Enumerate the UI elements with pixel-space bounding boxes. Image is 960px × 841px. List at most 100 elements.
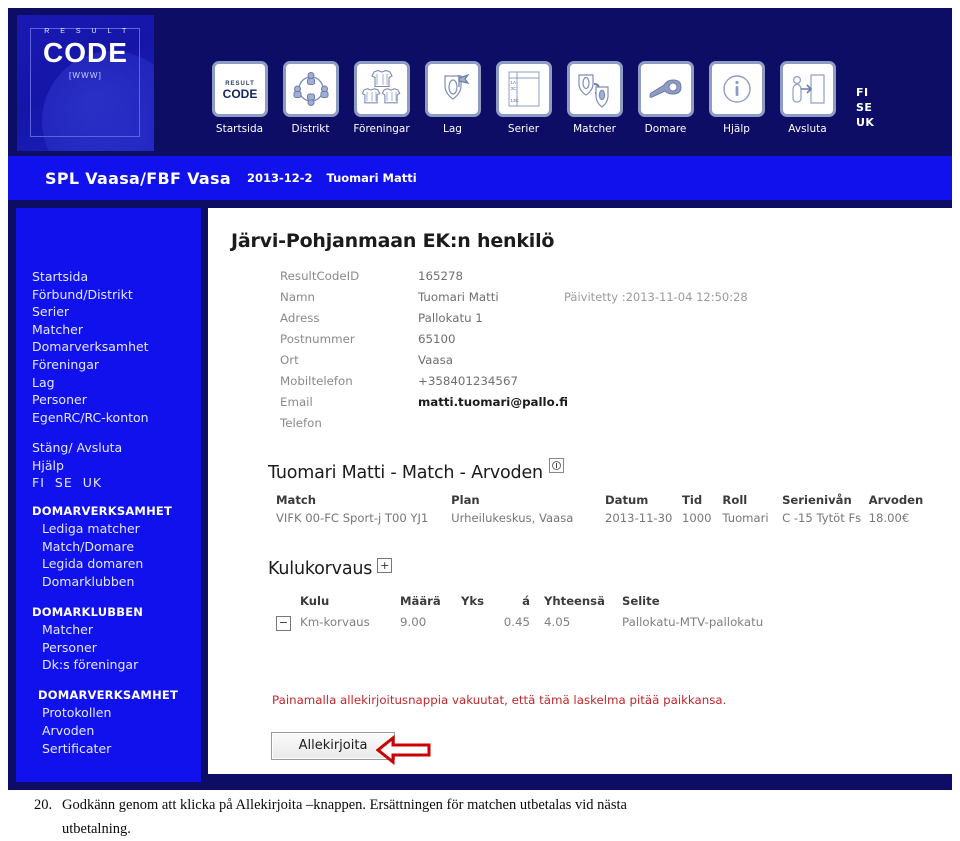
detail-label: Telefon — [280, 416, 322, 430]
toolbar-item-distrikt[interactable]: Distrikt — [275, 61, 346, 135]
sidebar-item-domarklubben[interactable]: Domarklubben — [32, 573, 201, 591]
current-date: 2013-12-2 — [246, 171, 313, 185]
app-header: R E S U L T CODE [WWW] RESULT CODE Start… — [8, 8, 952, 156]
sidebar-item-personer[interactable]: Personer — [32, 391, 201, 409]
detail-row: Ort Vaasa — [280, 350, 748, 371]
sidebar-item-arvoden[interactable]: Arvoden — [32, 722, 201, 740]
add-kulukorvaus-button[interactable]: + — [377, 558, 393, 573]
sidebar-item-stang-avsluta[interactable]: Stäng/ Avsluta — [32, 439, 201, 457]
sidebar-language-switcher: FI SE UK — [32, 475, 201, 490]
standings-table-icon[interactable]: 1A 3C : 13C — [495, 61, 552, 117]
lang-se[interactable]: SE — [856, 101, 874, 114]
toolbar-item-avsluta[interactable]: Avsluta — [772, 61, 843, 135]
info-circle-icon[interactable] — [708, 61, 765, 117]
sidebar-item-dks-foreningar[interactable]: Dk:s föreningar — [32, 656, 201, 674]
sidebar-item-protokollen[interactable]: Protokollen — [32, 704, 201, 722]
whistle-icon[interactable] — [637, 61, 694, 117]
instruction-caption: 20. Godkänn genom att klicka på Allekirj… — [0, 793, 960, 841]
toolbar-label: Lag — [443, 123, 462, 135]
sidebar-item-serier[interactable]: Serier — [32, 303, 201, 321]
toolbar-item-lag[interactable]: Lag — [417, 61, 488, 135]
sidebar-item-match-domare[interactable]: Match/Domare — [32, 538, 201, 556]
toolbar-item-hjalp[interactable]: Hjälp — [701, 61, 772, 135]
sidebar-lang-uk[interactable]: UK — [83, 475, 102, 490]
detail-value: 65100 — [418, 332, 456, 346]
application-window: R E S U L T CODE [WWW] RESULT CODE Start… — [8, 8, 952, 790]
sidebar-heading-domarklubben: DOMARKLUBBEN — [32, 604, 144, 619]
table-row[interactable]: VIFK 00-FC Sport-j T00 YJ1 Urheilukeskus… — [276, 509, 936, 527]
toolbar-item-startsida[interactable]: RESULT CODE Startsida — [204, 61, 275, 135]
app-body: Startsida Förbund/Distrikt Serier Matche… — [8, 200, 952, 790]
jerseys-icon[interactable] — [353, 61, 410, 117]
caption-text-line-1: Godkänn genom att klicka på Allekirjoita… — [62, 797, 627, 813]
column-header-serieniva: Serienivån — [782, 493, 852, 507]
detail-row: Mobiltelefon +358401234567 — [280, 371, 748, 392]
match-section-title: Tuomari Matti - Match - Arvoden — [268, 458, 564, 483]
detail-row: Telefon — [280, 413, 748, 434]
toolbar-label: Domare — [644, 123, 687, 135]
cell-yhteensa: 4.05 — [544, 615, 571, 629]
sidebar-item-matcher[interactable]: Matcher — [32, 321, 201, 339]
svg-text:1A: 1A — [510, 80, 516, 85]
updated-timestamp: Päivitetty :2013-11-04 12:50:28 — [564, 290, 748, 304]
sidebar-item-dk-personer[interactable]: Personer — [32, 639, 201, 657]
remove-kulukorvaus-button[interactable]: − — [276, 616, 291, 631]
table-header-row: Match Plan Datum Tid Roll Serienivån Arv… — [276, 491, 936, 509]
cell-datum: 2013-11-30 — [605, 511, 673, 525]
detail-label: Mobiltelefon — [280, 374, 353, 388]
remove-kulu-cell: − — [276, 611, 300, 633]
screenshot-root: R E S U L T CODE [WWW] RESULT CODE Start… — [0, 0, 960, 841]
context-info-bar: SPL Vaasa/FBF Vasa 2013-12-2 Tuomari Mat… — [8, 156, 952, 200]
detail-label: Namn — [280, 290, 316, 304]
caption-first-line: 20. Godkänn genom att klicka på Allekirj… — [34, 793, 930, 817]
sidebar-nav: Startsida Förbund/Distrikt Serier Matche… — [16, 208, 201, 782]
lang-fi[interactable]: FI — [856, 86, 874, 99]
lang-uk[interactable]: UK — [856, 116, 874, 129]
svg-text:13C: 13C — [510, 98, 519, 103]
toolbar-label: Matcher — [573, 123, 616, 135]
sidebar-lang-fi[interactable]: FI — [32, 475, 45, 490]
sidebar-item-hjalp[interactable]: Hjälp — [32, 457, 201, 475]
kulukorvaus-table: Kulu Määrä Yks á Yhteensä Selite − Km-ko… — [276, 591, 916, 633]
toolbar-item-serier[interactable]: 1A 3C : 13C Serier — [488, 61, 559, 135]
sidebar-item-dk-matcher[interactable]: Matcher — [32, 621, 201, 639]
sidebar-item-lediga-matcher[interactable]: Lediga matcher — [32, 520, 201, 538]
detail-row: Namn Tuomari Matti Päivitetty :2013-11-0… — [280, 287, 748, 308]
sidebar-item-foreningar[interactable]: Föreningar — [32, 356, 201, 374]
toolbar-item-foreningar[interactable]: Föreningar — [346, 61, 417, 135]
sidebar-nav-list: Startsida Förbund/Distrikt Serier Matche… — [32, 268, 201, 757]
sidebar-item-startsida[interactable]: Startsida — [32, 268, 201, 286]
detail-value-email: matti.tuomari@pallo.fi — [418, 395, 568, 409]
left-arrow-annotation — [375, 734, 432, 769]
people-circle-icon[interactable] — [282, 61, 339, 117]
logo-www-text: [WWW] — [68, 71, 103, 80]
sidebar-item-legida-domaren[interactable]: Legida domaren — [32, 555, 201, 573]
sidebar-item-egenrc[interactable]: EgenRC/RC-konton — [32, 409, 201, 427]
detail-label: Adress — [280, 311, 320, 325]
sidebar-item-domarverksamhet[interactable]: Domarverksamhet — [32, 338, 201, 356]
match-section-title-text: Tuomari Matti - Match - Arvoden — [268, 463, 543, 483]
detail-row: Email matti.tuomari@pallo.fi — [280, 392, 748, 413]
detail-value: 165278 — [418, 269, 464, 283]
info-box-icon[interactable] — [548, 458, 564, 473]
exit-door-icon[interactable] — [779, 61, 836, 117]
svg-text::: : — [510, 92, 511, 97]
toolbar-item-matcher[interactable]: Matcher — [559, 61, 630, 135]
sidebar-item-lag[interactable]: Lag — [32, 374, 201, 392]
current-user: Tuomari Matti — [326, 171, 417, 185]
column-header-a: á — [522, 594, 530, 608]
cell-kulu: Km-korvaus — [300, 615, 370, 629]
table-header-row: Kulu Määrä Yks á Yhteensä Selite — [276, 591, 916, 611]
shield-flag-icon[interactable] — [424, 61, 481, 117]
column-header-maara: Määrä — [400, 594, 441, 608]
resultcode-logo-icon[interactable]: RESULT CODE — [211, 61, 268, 117]
sidebar-lang-se[interactable]: SE — [55, 475, 73, 490]
two-shields-vs-icon[interactable] — [566, 61, 623, 117]
toolbar-item-domare[interactable]: Domare — [630, 61, 701, 135]
column-header-yks: Yks — [460, 594, 484, 608]
sidebar-item-forbund-distrikt[interactable]: Förbund/Distrikt — [32, 286, 201, 304]
sidebar-item-sertificater[interactable]: Sertificater — [32, 740, 201, 758]
table-row[interactable]: − Km-korvaus 9.00 0.45 4.05 Pallokatu-MT… — [276, 611, 916, 633]
caption-text-line-2: utbetalning. — [62, 821, 131, 837]
